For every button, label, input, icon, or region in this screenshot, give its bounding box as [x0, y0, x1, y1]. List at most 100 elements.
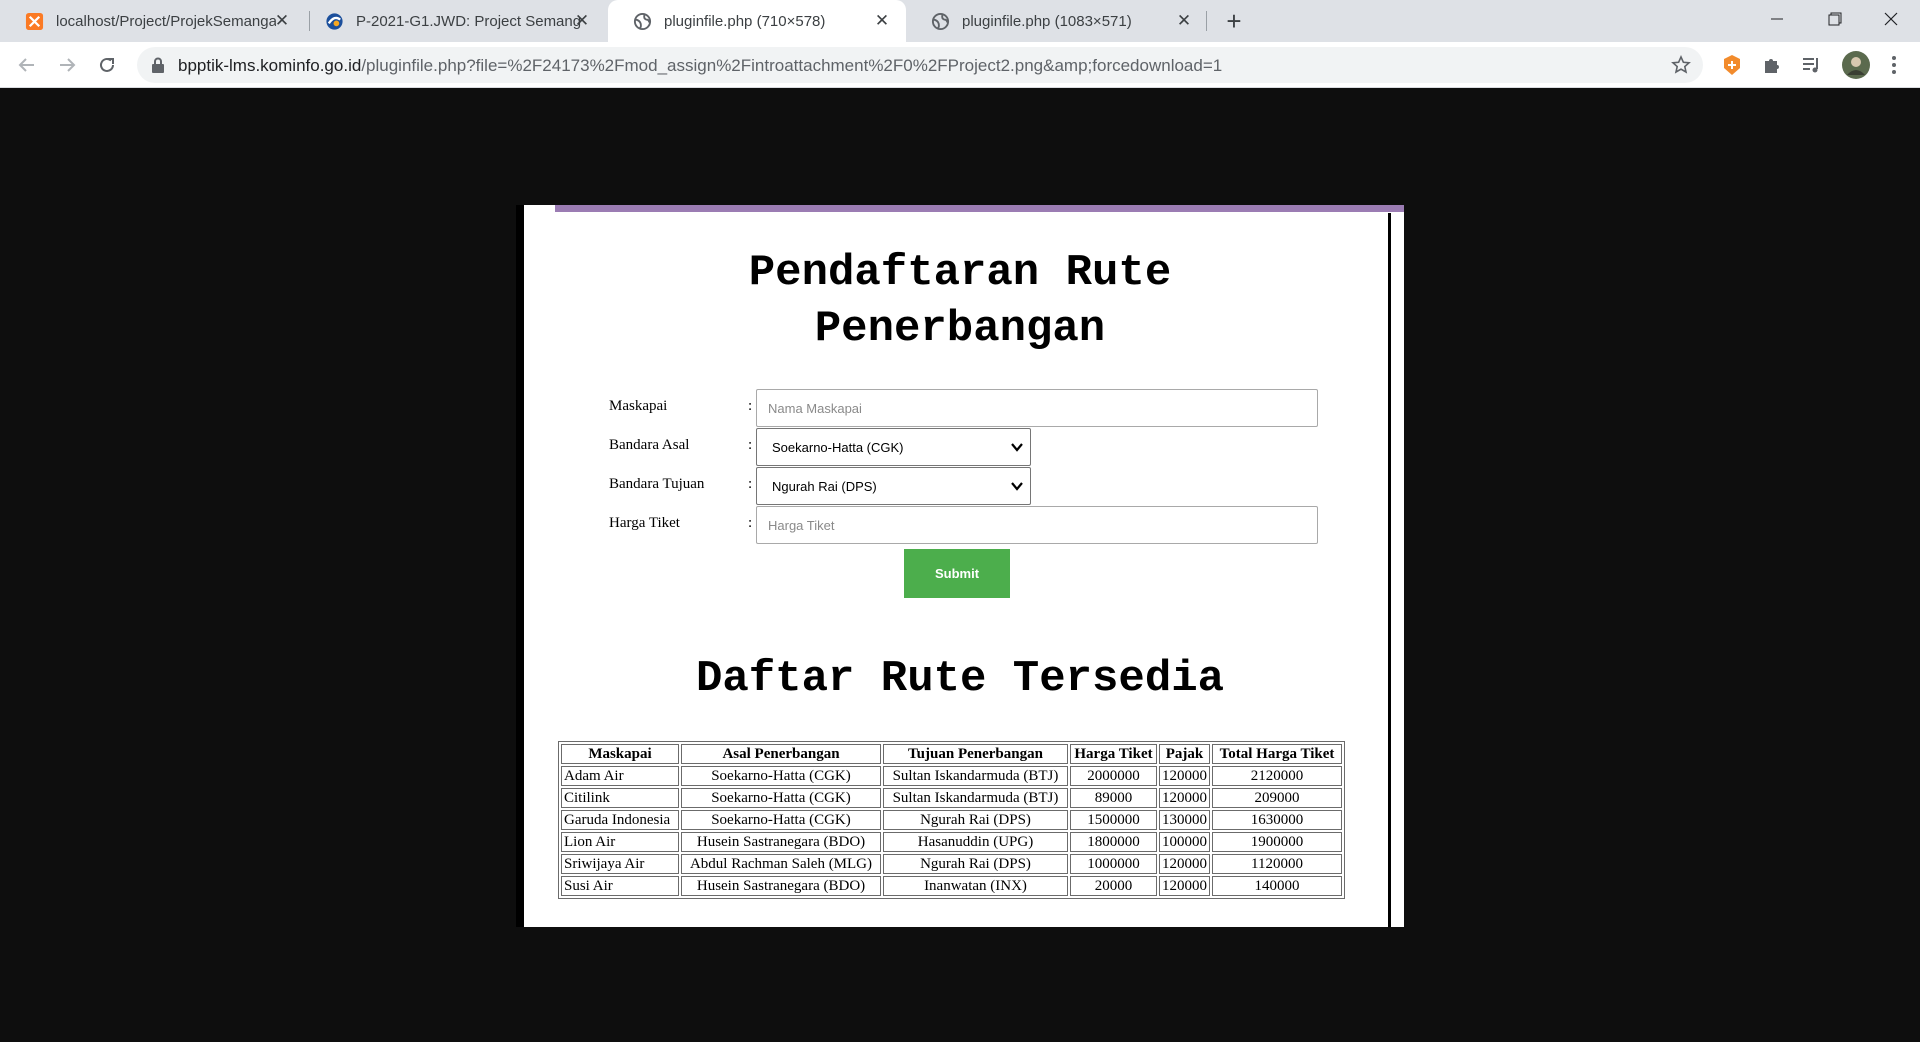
cell-total: 1630000 [1212, 810, 1342, 830]
cell-total: 2120000 [1212, 766, 1342, 786]
bandara-tujuan-value: Ngurah Rai (DPS) [772, 478, 877, 494]
cell-maskapai: Lion Air [561, 832, 679, 852]
col-maskapai: Maskapai [561, 744, 679, 764]
profile-avatar[interactable] [1840, 49, 1872, 81]
tab-title: pluginfile.php (710×578) [664, 12, 826, 30]
colon: : [748, 437, 753, 453]
cell-harga: 1000000 [1070, 854, 1157, 874]
close-window-button[interactable] [1862, 0, 1920, 38]
col-pajak: Pajak [1159, 744, 1210, 764]
globe-icon [931, 12, 950, 30]
bandara-tujuan-label: Bandara Tujuan [609, 476, 705, 492]
cell-harga: 2000000 [1070, 766, 1157, 786]
reload-button[interactable] [92, 50, 122, 80]
minimize-button[interactable] [1748, 0, 1806, 38]
table-row: Garuda Indonesia Soekarno-Hatta (CGK) Ng… [561, 810, 1342, 830]
cell-harga: 20000 [1070, 876, 1157, 896]
menu-button[interactable] [1882, 53, 1906, 77]
extension-button[interactable] [1720, 53, 1744, 77]
cell-maskapai: Sriwijaya Air [561, 854, 679, 874]
tab-localhost[interactable]: localhost/Project/ProjekSemangat ✕ [0, 0, 306, 42]
globe-icon [633, 12, 652, 30]
url-host: bpptik-lms.kominfo.go.id [178, 56, 362, 75]
colon: : [748, 398, 753, 414]
cell-asal: Soekarno-Hatta (CGK) [681, 810, 881, 830]
bandara-asal-value: Soekarno-Hatta (CGK) [772, 439, 904, 455]
forward-button[interactable] [52, 50, 82, 80]
tab-pluginfile[interactable]: pluginfile.php (1083×571) ✕ [906, 0, 1208, 42]
cell-tujuan: Hasanuddin (UPG) [883, 832, 1068, 852]
cell-total: 140000 [1212, 876, 1342, 896]
tab-title: P-2021-G1.JWD: Project Semangat [356, 12, 581, 30]
cell-harga: 1800000 [1070, 832, 1157, 852]
tab-separator [1206, 11, 1207, 31]
bandara-tujuan-select[interactable]: Ngurah Rai (DPS) [756, 467, 1031, 505]
url-text: bpptik-lms.kominfo.go.id/pluginfile.php?… [178, 56, 1222, 76]
tab-title: localhost/Project/ProjekSemangat [56, 12, 276, 30]
table-row: Citilink Soekarno-Hatta (CGK) Sultan Isk… [561, 788, 1342, 808]
extensions-button[interactable] [1760, 53, 1784, 77]
cell-asal: Soekarno-Hatta (CGK) [681, 788, 881, 808]
extension-plus-icon [1724, 55, 1740, 75]
avatar-icon [1842, 51, 1870, 79]
cell-pajak: 120000 [1159, 788, 1210, 808]
colon: : [748, 515, 753, 531]
cell-tujuan: Ngurah Rai (DPS) [883, 810, 1068, 830]
submit-button[interactable]: Submit [904, 549, 1010, 598]
cell-tujuan: Sultan Iskandarmuda (BTJ) [883, 766, 1068, 786]
table-row: Susi Air Husein Sastranegara (BDO) Inanw… [561, 876, 1342, 896]
tab-pluginfile-active[interactable]: pluginfile.php (710×578) ✕ [608, 0, 906, 42]
reload-icon [100, 57, 114, 72]
table-row: Adam Air Soekarno-Hatta (CGK) Sultan Isk… [561, 766, 1342, 786]
cell-asal: Husein Sastranegara (BDO) [681, 832, 881, 852]
cell-total: 1120000 [1212, 854, 1342, 874]
bandara-asal-label: Bandara Asal [609, 437, 690, 453]
chevron-down-icon [1011, 443, 1023, 452]
page-title-line2: Penerbangan [814, 304, 1106, 354]
cell-pajak: 120000 [1159, 854, 1210, 874]
chevron-down-icon [1011, 482, 1023, 491]
route-table: Maskapai Asal Penerbangan Tujuan Penerba… [558, 741, 1345, 899]
minimize-icon [1771, 18, 1783, 20]
cell-tujuan: Sultan Iskandarmuda (BTJ) [883, 788, 1068, 808]
forward-arrow-icon [60, 58, 76, 72]
list-title: Daftar Rute Tersedia [695, 654, 1225, 704]
close-icon[interactable]: ✕ [1174, 11, 1194, 31]
col-tujuan: Tujuan Penerbangan [883, 744, 1068, 764]
new-tab-button[interactable]: + [1220, 7, 1248, 35]
harga-tiket-input[interactable] [756, 506, 1318, 544]
col-total: Total Harga Tiket [1212, 744, 1342, 764]
back-button[interactable] [12, 50, 42, 80]
close-icon [1884, 12, 1898, 26]
xampp-icon [25, 12, 44, 30]
media-control-button[interactable] [1800, 53, 1824, 77]
browser-toolbar: bpptik-lms.kominfo.go.id/pluginfile.php?… [0, 42, 1920, 88]
harga-tiket-label: Harga Tiket [609, 515, 680, 531]
col-asal: Asal Penerbangan [681, 744, 881, 764]
close-icon[interactable]: ✕ [272, 11, 292, 31]
image-accent-bar [555, 205, 1404, 212]
tab-moodle[interactable]: P-2021-G1.JWD: Project Semangat ✕ [300, 0, 606, 42]
back-arrow-icon [18, 58, 34, 72]
puzzle-icon [1765, 59, 1779, 73]
colon: : [748, 476, 753, 492]
maskapai-input[interactable] [756, 389, 1318, 427]
cell-pajak: 100000 [1159, 832, 1210, 852]
bandara-asal-select[interactable]: Soekarno-Hatta (CGK) [756, 428, 1031, 466]
tab-strip: localhost/Project/ProjekSemangat ✕ P-202… [0, 0, 1920, 42]
tab-title: pluginfile.php (1083×571) [962, 12, 1132, 30]
close-icon[interactable]: ✕ [572, 11, 592, 31]
playlist-icon [1803, 58, 1818, 73]
address-bar[interactable]: bpptik-lms.kominfo.go.id/pluginfile.php?… [137, 47, 1703, 83]
cell-asal: Soekarno-Hatta (CGK) [681, 766, 881, 786]
table-row: Sriwijaya Air Abdul Rachman Saleh (MLG) … [561, 854, 1342, 874]
cell-asal: Abdul Rachman Saleh (MLG) [681, 854, 881, 874]
close-icon[interactable]: ✕ [872, 11, 892, 31]
cell-total: 1900000 [1212, 832, 1342, 852]
cell-pajak: 130000 [1159, 810, 1210, 830]
bookmark-star-icon[interactable] [1671, 55, 1691, 75]
restore-button[interactable] [1806, 0, 1864, 38]
cell-pajak: 120000 [1159, 876, 1210, 896]
cell-tujuan: Ngurah Rai (DPS) [883, 854, 1068, 874]
lock-icon [152, 57, 164, 73]
